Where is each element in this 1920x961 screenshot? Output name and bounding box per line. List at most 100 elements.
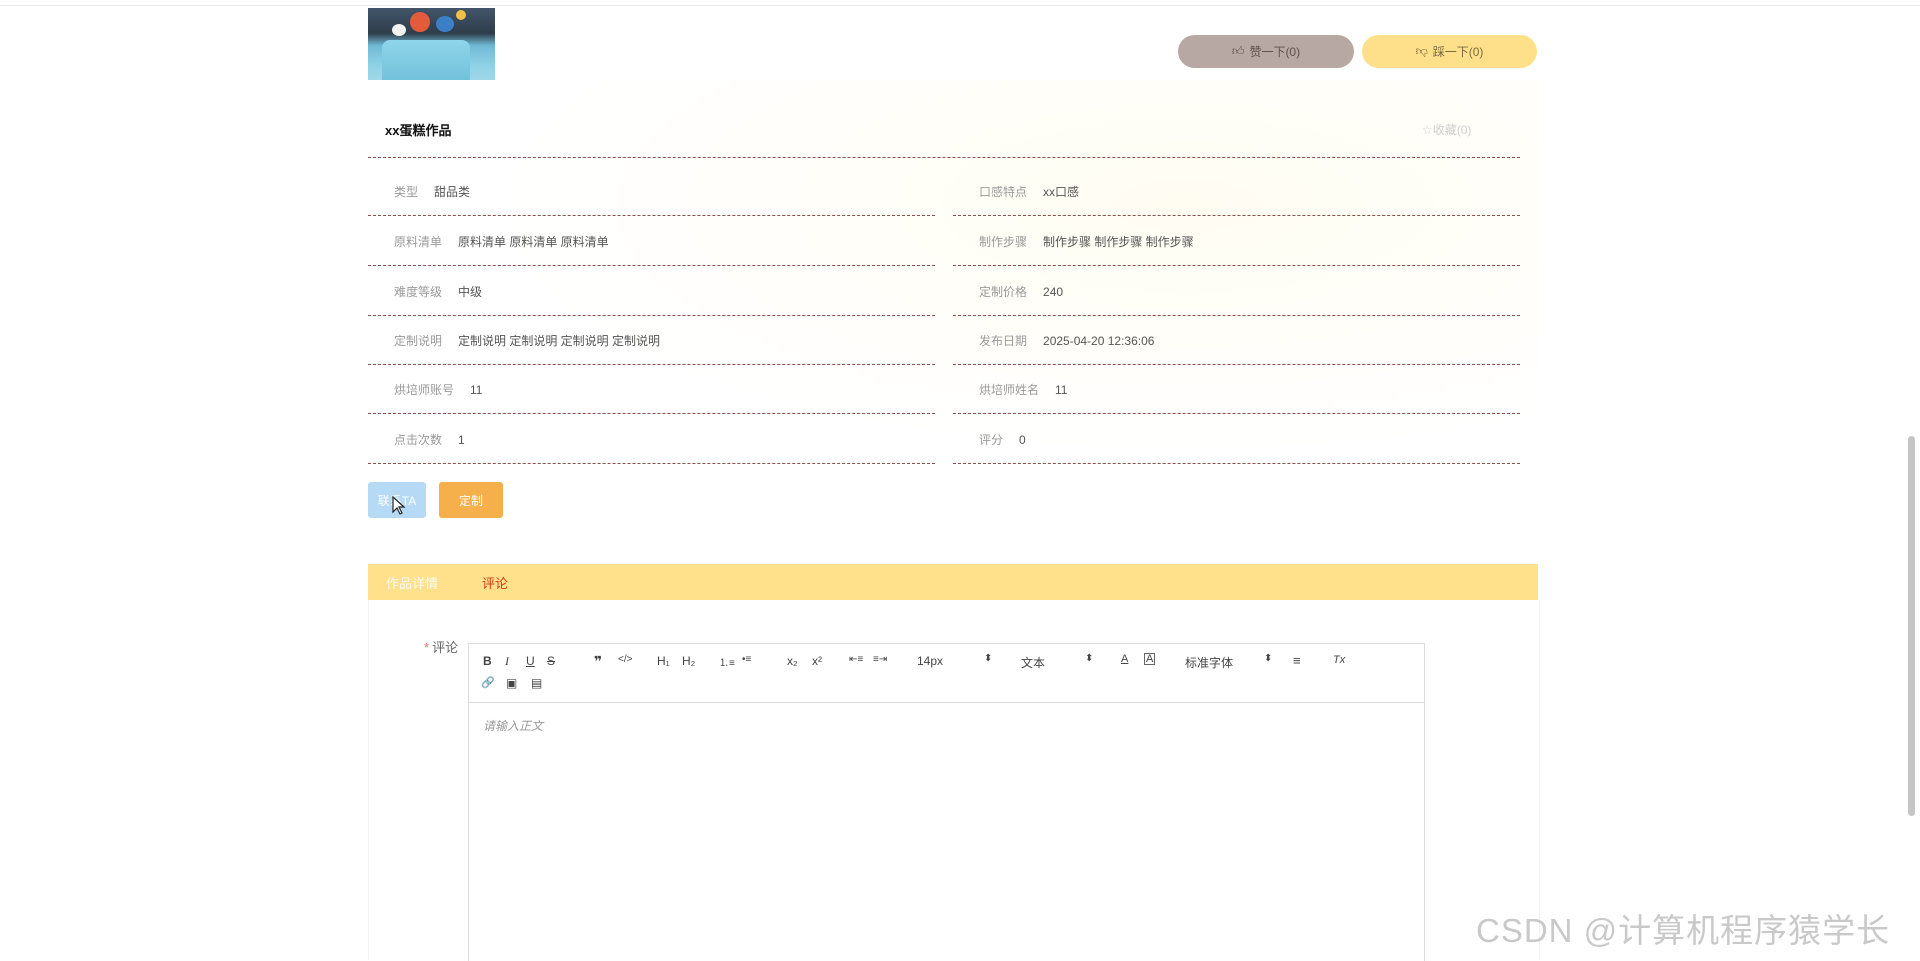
- detail-row-type: 类型 甜品类: [368, 167, 935, 216]
- watermark-text: CSDN @计算机程序猿学长: [1476, 912, 1891, 949]
- decoration-red: [410, 12, 430, 32]
- detail-value: xx口感: [1043, 185, 1080, 199]
- outdent-button[interactable]: ⇤≡: [849, 654, 863, 665]
- detail-label: 原料清单: [394, 235, 443, 249]
- align-button[interactable]: ≡: [1293, 653, 1301, 668]
- detail-label: 定制价格: [979, 285, 1028, 299]
- dislike-label: 踩一下(0): [1432, 45, 1484, 59]
- indent-button[interactable]: ≡⇥: [873, 654, 887, 665]
- detail-label: 口感特点: [979, 185, 1028, 199]
- bold-button[interactable]: B: [483, 654, 492, 668]
- detail-value: 制作步骤 制作步骤 制作步骤: [1043, 235, 1194, 249]
- thumbs-down-icon: 👎︎: [1415, 44, 1428, 58]
- clean-format-button[interactable]: Tx: [1333, 654, 1345, 666]
- bullet-list-button[interactable]: •≡: [742, 654, 751, 665]
- detail-row-rating: 评分 0: [953, 415, 1520, 464]
- chevron-updown-icon: ⬍: [1085, 653, 1094, 664]
- row-divider: [368, 265, 935, 266]
- detail-value: 11: [1055, 382, 1068, 397]
- ordered-list-button[interactable]: ⒈≡: [719, 654, 735, 669]
- tab-details[interactable]: 作品详情: [386, 573, 438, 592]
- row-divider: [953, 215, 1520, 216]
- font-color-button[interactable]: A: [1121, 653, 1128, 665]
- like-label: 赞一下(0): [1249, 45, 1301, 59]
- mouse-pointer-icon: [392, 496, 406, 515]
- detail-value: 中级: [458, 285, 483, 299]
- detail-value: 甜品类: [434, 185, 471, 199]
- link-button[interactable]: 🔗: [481, 676, 495, 689]
- header-1-button[interactable]: H₁: [657, 654, 670, 668]
- detail-label: 烘培师姓名: [979, 383, 1040, 397]
- detail-label: 制作步骤: [979, 235, 1028, 249]
- chevron-updown-icon: ⬍: [984, 653, 993, 664]
- background-color-button[interactable]: A: [1144, 653, 1156, 665]
- subscript-button[interactable]: x₂: [787, 654, 798, 668]
- detail-value: 11: [470, 382, 483, 397]
- detail-row-baker-account: 烘培师账号 11: [368, 365, 935, 414]
- image-button[interactable]: ▣: [506, 676, 517, 690]
- detail-value: 0: [1019, 432, 1026, 447]
- required-mark: *: [424, 640, 430, 655]
- detail-label: 烘培师账号: [394, 383, 455, 397]
- editor-content-area[interactable]: 请输入正文: [469, 703, 1424, 748]
- detail-tabs: 作品详情 评论: [368, 564, 1538, 600]
- detail-label: 发布日期: [979, 334, 1028, 348]
- header-select[interactable]: 文本: [1021, 654, 1045, 671]
- italic-button[interactable]: I: [505, 654, 509, 669]
- rich-text-editor: B I U S ❞ </> H₁ H₂ ⒈≡ •≡ x₂ x² ⇤≡ ≡⇥ 14…: [468, 643, 1425, 961]
- detail-row-ingredients: 原料清单 原料清单 原料清单 原料清单: [368, 217, 935, 266]
- detail-row-publish-date: 发布日期 2025-04-20 12:36:06: [953, 316, 1520, 365]
- detail-row-custom-notes: 定制说明 定制说明 定制说明 定制说明 定制说明: [368, 316, 935, 365]
- favorite-button[interactable]: ☆收藏(0): [1422, 121, 1471, 138]
- detail-row-taste: 口感特点 xx口感: [953, 167, 1520, 216]
- product-detail-page: 👍︎ 赞一下(0) 👎︎ 踩一下(0) xx蛋糕作品 ☆收藏(0) 类型 甜品类…: [368, 0, 1540, 961]
- row-divider: [953, 265, 1520, 266]
- superscript-button[interactable]: x²: [812, 654, 822, 668]
- thumbs-up-icon: 👍︎: [1231, 44, 1245, 58]
- row-divider: [953, 463, 1520, 464]
- header-2-button[interactable]: H₂: [682, 654, 695, 668]
- product-image[interactable]: [368, 8, 495, 80]
- font-family-select[interactable]: 标准字体: [1185, 654, 1233, 671]
- dislike-button[interactable]: 👎︎ 踩一下(0): [1362, 35, 1537, 68]
- detail-value: 原料清单 原料清单 原料清单: [458, 235, 609, 249]
- title-divider: [368, 157, 1520, 158]
- detail-value: 240: [1043, 284, 1064, 299]
- detail-value: 2025-04-20 12:36:06: [1043, 333, 1155, 348]
- comment-label: * 评论: [424, 637, 458, 656]
- detail-row-difficulty: 难度等级 中级: [368, 267, 935, 316]
- detail-label: 难度等级: [394, 285, 443, 299]
- detail-label: 类型: [394, 185, 419, 199]
- decoration-white: [392, 24, 406, 36]
- decoration-blue: [436, 16, 454, 32]
- font-size-select[interactable]: 14px: [917, 654, 943, 668]
- detail-row-price: 定制价格 240: [953, 267, 1520, 316]
- row-divider: [368, 215, 935, 216]
- detail-value: 1: [458, 432, 465, 447]
- detail-label: 点击次数: [394, 433, 443, 447]
- strike-button[interactable]: S: [547, 654, 555, 668]
- cake-shape: [382, 40, 470, 80]
- detail-row-baker-name: 烘培师姓名 11: [953, 365, 1520, 414]
- product-title: xx蛋糕作品: [385, 123, 452, 138]
- video-button[interactable]: ▤: [531, 676, 542, 690]
- blockquote-button[interactable]: ❞: [594, 653, 602, 670]
- comment-label-text: 评论: [432, 640, 459, 655]
- detail-row-clicks: 点击次数 1: [368, 415, 935, 464]
- detail-value: 定制说明 定制说明 定制说明 定制说明: [458, 334, 661, 348]
- underline-button[interactable]: U: [526, 654, 535, 668]
- like-button[interactable]: 👍︎ 赞一下(0): [1178, 35, 1354, 68]
- chevron-updown-icon: ⬍: [1264, 653, 1273, 664]
- row-divider: [953, 413, 1520, 414]
- detail-label: 定制说明: [394, 334, 443, 348]
- row-divider: [368, 463, 935, 464]
- customize-button[interactable]: 定制: [439, 482, 503, 518]
- editor-toolbar: B I U S ❞ </> H₁ H₂ ⒈≡ •≡ x₂ x² ⇤≡ ≡⇥ 14…: [469, 644, 1424, 703]
- detail-label: 评分: [979, 433, 1004, 447]
- tab-comments[interactable]: 评论: [482, 573, 508, 592]
- page-scrollbar[interactable]: [1908, 436, 1915, 816]
- editor-placeholder: 请输入正文: [483, 719, 544, 733]
- row-divider: [368, 413, 935, 414]
- detail-row-steps: 制作步骤 制作步骤 制作步骤 制作步骤: [953, 217, 1520, 266]
- code-block-button[interactable]: </>: [618, 654, 632, 665]
